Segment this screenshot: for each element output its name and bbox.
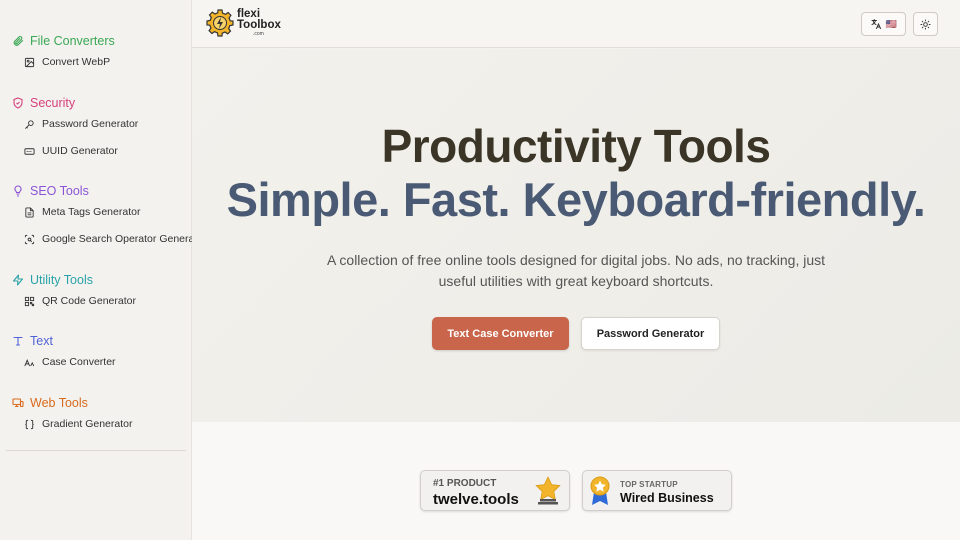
sidebar-item-convert-webp[interactable]: Convert WebP — [24, 56, 192, 68]
sidebar-category-security[interactable]: Security — [12, 96, 75, 110]
sidebar-item-label: QR Code Generator — [42, 295, 136, 307]
badge-title: twelve.tools — [433, 491, 519, 508]
us-flag-icon: 🇺🇸 — [885, 18, 898, 29]
top-header: flexi Toolbox .com 🇺🇸 — [192, 0, 960, 48]
sidebar-item-case-converter[interactable]: Case Converter — [24, 356, 192, 368]
document-icon — [25, 206, 34, 218]
category-label: Web Tools — [30, 396, 88, 410]
site-logo[interactable]: flexi Toolbox .com — [206, 8, 281, 37]
sidebar-item-label: Meta Tags Generator — [42, 206, 141, 218]
shield-icon — [13, 97, 23, 109]
badge-caption: #1 PRODUCT — [433, 478, 497, 489]
text-case-converter-button[interactable]: Text Case Converter — [432, 317, 569, 350]
category-label: Security — [30, 96, 76, 110]
sidebar-item-password-generator[interactable]: Password Generator — [24, 118, 192, 130]
sidebar-item-label: Google Search Operator Generator — [42, 233, 192, 245]
sun-icon — [920, 18, 931, 30]
password-generator-button[interactable]: Password Generator — [581, 317, 720, 350]
key-icon — [25, 119, 34, 129]
sidebar-category-web-tools[interactable]: Web Tools — [12, 396, 88, 410]
language-selector-button[interactable]: 🇺🇸 — [861, 12, 906, 36]
text-type-icon — [13, 336, 23, 346]
hero-description: A collection of free online tools design… — [326, 252, 826, 289]
medal-icon — [590, 476, 610, 505]
sidebar-category-seo-tools[interactable]: SEO Tools — [12, 184, 89, 198]
image-icon — [24, 57, 35, 67]
lightbulb-icon — [14, 185, 22, 197]
sidebar-category-text[interactable]: Text — [12, 334, 53, 348]
badges-section: #1 PRODUCT twelve.tools TOP STARTUP Wire… — [192, 422, 960, 540]
logo-line-2: Toolbox — [237, 19, 281, 31]
sidebar-item-label: Gradient Generator — [42, 418, 133, 430]
sidebar-item-qr-code-generator[interactable]: QR Code Generator — [24, 295, 192, 307]
sidebar-item-uuid-generator[interactable]: UUID Generator — [24, 145, 192, 157]
theme-toggle-button[interactable] — [913, 12, 938, 36]
sidebar-category-utility-tools[interactable]: Utility Tools — [12, 273, 93, 287]
sidebar: File Converters Convert WebP Security Pa… — [0, 0, 192, 540]
hero-title: Productivity Tools — [381, 120, 771, 172]
badge-caption: TOP STARTUP — [620, 480, 678, 489]
qr-code-icon — [24, 296, 35, 306]
sidebar-item-google-search-operator-generator[interactable]: Google Search Operator Generator — [24, 233, 192, 245]
monitor-icon — [12, 398, 24, 408]
sidebar-item-label: Convert WebP — [42, 56, 111, 68]
category-label: Utility Tools — [30, 273, 93, 287]
category-label: File Converters — [30, 34, 115, 48]
gear-lightning-logo-icon — [206, 9, 234, 37]
hero-subtitle: Simple. Fast. Keyboard-friendly. — [226, 173, 926, 226]
case-sensitive-icon — [24, 358, 35, 366]
sidebar-item-label: UUID Generator — [42, 145, 118, 157]
category-label: SEO Tools — [30, 184, 89, 198]
paperclip-icon — [13, 35, 24, 46]
twelve-tools-badge[interactable]: #1 PRODUCT twelve.tools — [420, 470, 570, 511]
id-card-icon — [24, 147, 35, 155]
hero-section: Productivity Tools Simple. Fast. Keyboar… — [192, 49, 960, 422]
translate-icon — [871, 19, 881, 29]
sidebar-item-gradient-generator[interactable]: Gradient Generator — [24, 418, 192, 430]
wired-business-badge[interactable]: TOP STARTUP Wired Business — [582, 470, 732, 511]
logo-line-3: .com — [253, 31, 264, 37]
badge-title: Wired Business — [620, 491, 714, 505]
lightning-icon — [12, 274, 24, 286]
sidebar-category-file-converters[interactable]: File Converters — [12, 34, 115, 48]
sidebar-item-meta-tags-generator[interactable]: Meta Tags Generator — [24, 206, 192, 218]
sidebar-item-label: Case Converter — [42, 356, 116, 368]
trophy-star-icon — [535, 476, 561, 505]
category-label: Text — [30, 334, 53, 348]
sidebar-divider — [6, 450, 186, 451]
sidebar-item-label: Password Generator — [42, 118, 139, 130]
braces-icon — [25, 419, 34, 429]
scan-search-icon — [24, 234, 35, 244]
